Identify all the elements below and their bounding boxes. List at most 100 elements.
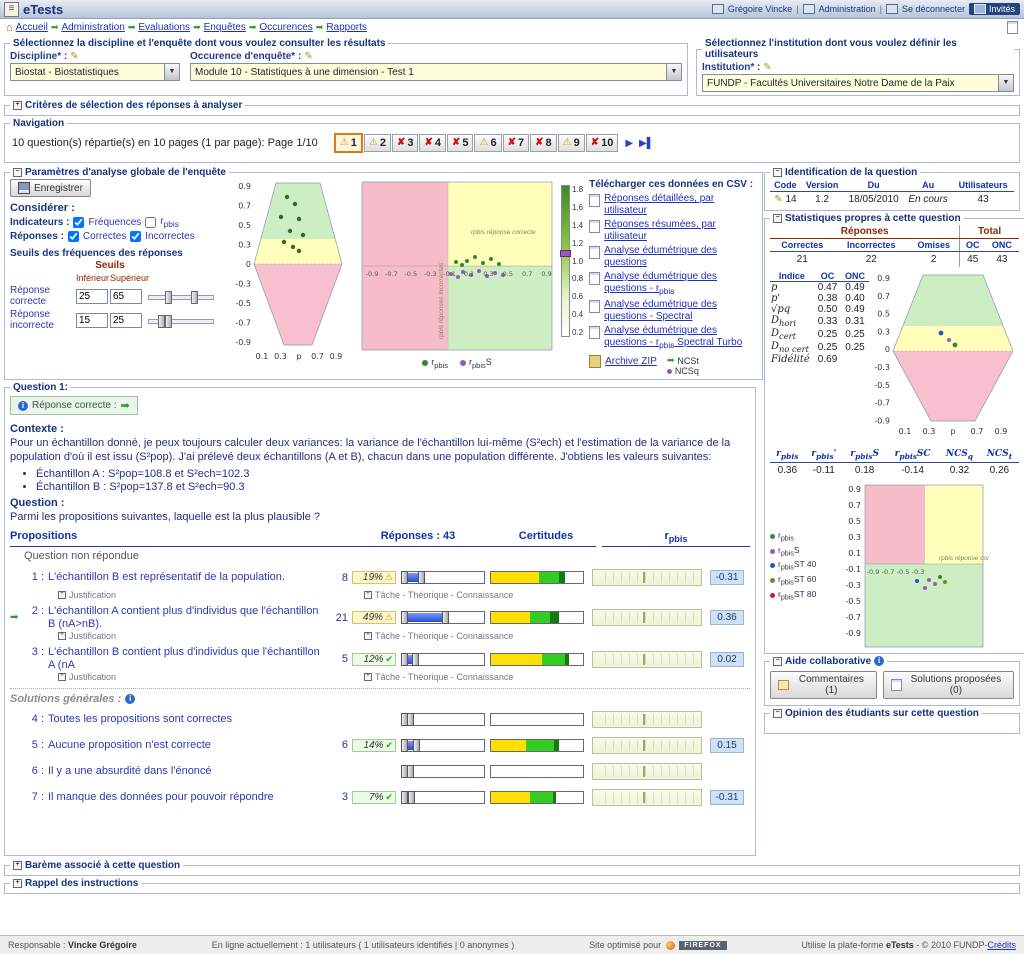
csv-download-link[interactable]: Réponses résumées, par utilisateur xyxy=(604,219,757,242)
collapse-icon[interactable]: − xyxy=(773,168,782,177)
page-button-3[interactable]: ✘3 xyxy=(392,134,419,152)
justification-toggle[interactable]: +Justification xyxy=(58,631,116,641)
page-button-6[interactable]: ⚠6 xyxy=(474,134,501,152)
topbar-user-link[interactable]: Grégoire Vincke xyxy=(728,4,792,14)
pencil-icon[interactable]: ✎ xyxy=(774,194,782,205)
csv-download-link[interactable]: Analyse édumétrique des questions xyxy=(604,245,757,268)
incorrect-threshold-slider[interactable] xyxy=(148,315,214,326)
institution-select[interactable]: FUNDP - Facultés Universitaires Notre Da… xyxy=(702,74,1014,92)
archive-zip-link[interactable]: Archive ZIP xyxy=(605,356,657,368)
comments-button[interactable]: Commentaires (1) xyxy=(770,671,877,699)
slider-handle[interactable] xyxy=(408,791,415,804)
axis-tick: 0.3 xyxy=(238,241,251,250)
task-toggle[interactable]: +Tâche - Théorique - Connaissance xyxy=(364,590,513,600)
page-button-10[interactable]: ✘10 xyxy=(586,134,619,152)
next-page-button[interactable]: ▶ xyxy=(625,138,633,149)
axis-tick: -0.7 xyxy=(882,568,895,576)
expand-icon[interactable]: + xyxy=(13,861,22,870)
slider-handle[interactable] xyxy=(401,571,408,584)
page-button-8[interactable]: ✘8 xyxy=(530,134,557,152)
breadcrumb-item[interactable]: Administration xyxy=(61,22,124,33)
info-icon[interactable]: i xyxy=(125,694,135,704)
occurrence-select[interactable]: Module 10 - Statistiques à une dimension… xyxy=(190,63,682,81)
page-button-9[interactable]: ⚠9 xyxy=(558,134,585,152)
page-button-2[interactable]: ⚠2 xyxy=(364,134,391,152)
frequency-slider[interactable] xyxy=(401,571,485,584)
frequency-slider[interactable] xyxy=(401,739,485,752)
slider-handle[interactable] xyxy=(401,611,408,624)
scale-tick: 0.8 xyxy=(572,274,583,283)
frequencies-checkbox[interactable] xyxy=(73,217,84,228)
menu-icon[interactable]: ≡ xyxy=(4,2,19,17)
slider-handle[interactable] xyxy=(401,653,408,666)
guests-badge[interactable]: Invités xyxy=(969,3,1020,15)
collapse-icon[interactable]: − xyxy=(13,168,22,177)
pencil-icon[interactable]: ✎ xyxy=(304,51,312,62)
page-number: 5 xyxy=(462,137,468,149)
slider-handle[interactable] xyxy=(442,611,449,624)
incorrect-lower-input[interactable] xyxy=(76,313,108,328)
slider-handle[interactable] xyxy=(165,315,172,328)
collapse-icon[interactable]: − xyxy=(773,657,782,666)
frequency-slider[interactable] xyxy=(401,611,485,624)
correct-checkbox[interactable] xyxy=(68,231,79,242)
expand-icon[interactable]: + xyxy=(13,879,22,888)
task-toggle[interactable]: +Tâche - Théorique - Connaissance xyxy=(364,672,513,682)
justification-toggle[interactable]: +Justification xyxy=(58,590,116,600)
correct-upper-input[interactable] xyxy=(110,289,142,304)
slider-handle[interactable] xyxy=(418,571,425,584)
breadcrumb-item[interactable]: Accueil xyxy=(16,22,48,33)
expand-icon[interactable]: + xyxy=(13,101,22,110)
csv-download-link[interactable]: Analyse édumétrique des questions - rpbi… xyxy=(604,325,757,350)
collapse-icon[interactable]: − xyxy=(773,214,782,223)
frequency-slider[interactable] xyxy=(401,791,485,804)
csv-download-link[interactable]: Analyse édumétrique des questions - rpbi… xyxy=(604,271,757,296)
page-document-icon[interactable] xyxy=(1007,21,1018,34)
save-button[interactable]: Enregistrer xyxy=(10,179,91,197)
slider-handle[interactable] xyxy=(401,739,408,752)
page-button-5[interactable]: ✘5 xyxy=(447,134,474,152)
task-toggle[interactable]: +Tâche - Théorique - Connaissance xyxy=(364,631,513,641)
breadcrumb-item[interactable]: Occurences xyxy=(259,22,312,33)
slider-handle[interactable] xyxy=(413,739,420,752)
topbar-admin-link[interactable]: Administration xyxy=(819,4,876,14)
topbar-logout-link[interactable]: Se déconnecter xyxy=(902,4,965,14)
discipline-select[interactable]: Biostat - Biostatistiques ▼ xyxy=(10,63,180,81)
pencil-icon[interactable]: ✎ xyxy=(70,51,78,62)
breadcrumb-item[interactable]: Enquêtes xyxy=(204,22,246,33)
breadcrumb-item[interactable]: Rapports xyxy=(326,22,367,33)
justification-toggle[interactable]: +Justification xyxy=(58,672,116,682)
frequency-slider[interactable] xyxy=(401,653,485,666)
column-header: Code xyxy=(770,179,801,192)
column-header: rpbisSC xyxy=(886,448,939,462)
correct-threshold-slider[interactable] xyxy=(148,291,214,302)
page-button-1[interactable]: ⚠1 xyxy=(334,133,363,153)
page-button-4[interactable]: ✘4 xyxy=(419,134,446,152)
slider-handle[interactable] xyxy=(407,765,414,778)
frequency-slider[interactable] xyxy=(401,765,485,778)
cross-icon: ✘ xyxy=(535,138,543,148)
column-header: rpbis' xyxy=(805,448,843,462)
csv-download-link[interactable]: Réponses détaillées, par utilisateur xyxy=(604,193,757,216)
rpbis-checkbox[interactable] xyxy=(145,217,156,228)
pencil-icon[interactable]: ✎ xyxy=(763,62,771,73)
slider-handle[interactable] xyxy=(407,713,414,726)
page-button-7[interactable]: ✘7 xyxy=(503,134,530,152)
csv-download-link[interactable]: Analyse édumétrique des questions - Spec… xyxy=(604,299,757,322)
slider-handle[interactable] xyxy=(191,291,198,304)
info-icon[interactable]: i xyxy=(18,401,28,411)
incorrect-checkbox[interactable] xyxy=(130,231,141,242)
info-icon[interactable]: i xyxy=(874,656,884,666)
institution-selection-fieldset: Sélectionnez l'institution dont vous vou… xyxy=(696,38,1020,96)
slider-handle[interactable] xyxy=(412,653,419,666)
frequency-slider[interactable] xyxy=(401,713,485,726)
incorrect-upper-input[interactable] xyxy=(110,313,142,328)
credits-link[interactable]: Crédits xyxy=(987,940,1016,950)
correct-lower-input[interactable] xyxy=(76,289,108,304)
column-header: NCSq xyxy=(939,448,980,462)
slider-handle[interactable] xyxy=(165,291,172,304)
breadcrumb-item[interactable]: Evaluations xyxy=(138,22,190,33)
last-page-button[interactable]: ▶▌ xyxy=(639,138,654,149)
proposed-solutions-button[interactable]: Solutions proposées (0) xyxy=(883,671,1014,699)
collapse-icon[interactable]: − xyxy=(773,709,782,718)
